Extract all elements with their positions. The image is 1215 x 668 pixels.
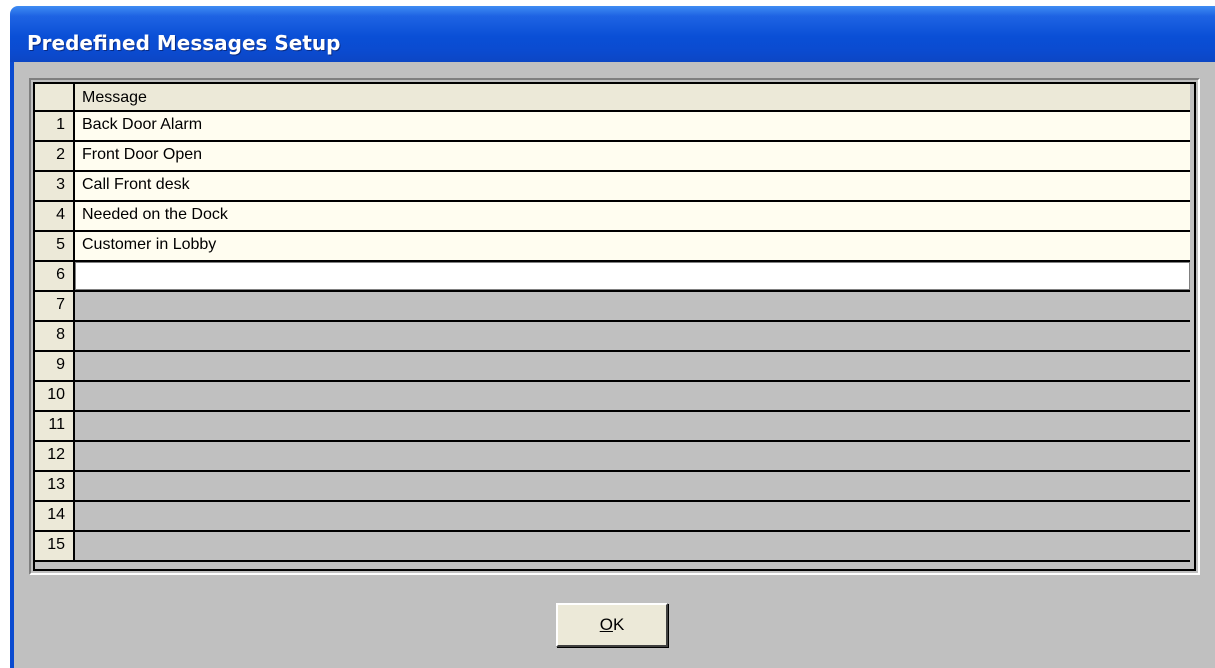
row-number-cell[interactable]: 12 bbox=[35, 442, 75, 470]
message-cell[interactable] bbox=[75, 442, 1190, 470]
ok-mnemonic: O bbox=[599, 615, 613, 634]
message-cell[interactable] bbox=[75, 502, 1190, 530]
window-title: Predefined Messages Setup bbox=[27, 31, 341, 55]
message-cell[interactable] bbox=[75, 382, 1190, 410]
new-message-input[interactable] bbox=[75, 262, 1190, 290]
row-number-cell[interactable]: 1 bbox=[35, 112, 75, 140]
table-row[interactable]: 8 bbox=[35, 322, 1190, 352]
row-number-cell[interactable]: 2 bbox=[35, 142, 75, 170]
table-row[interactable]: 5 Customer in Lobby bbox=[35, 232, 1190, 262]
messages-grid-body: Message 1 Back Door Alarm 2 Front Door O… bbox=[33, 82, 1196, 571]
table-row[interactable]: 9 bbox=[35, 352, 1190, 382]
row-number-cell[interactable]: 4 bbox=[35, 202, 75, 230]
table-row[interactable]: 2 Front Door Open bbox=[35, 142, 1190, 172]
table-row[interactable]: 10 bbox=[35, 382, 1190, 412]
message-cell[interactable] bbox=[75, 532, 1190, 560]
row-number-cell[interactable]: 6 bbox=[35, 262, 75, 290]
row-number-cell[interactable]: 9 bbox=[35, 352, 75, 380]
row-number-cell[interactable]: 3 bbox=[35, 172, 75, 200]
message-cell[interactable]: Front Door Open bbox=[75, 142, 1190, 170]
row-number-cell[interactable]: 11 bbox=[35, 412, 75, 440]
messages-grid: Message 1 Back Door Alarm 2 Front Door O… bbox=[29, 78, 1200, 575]
message-cell[interactable] bbox=[75, 292, 1190, 320]
dialog-window: Predefined Messages Setup Message 1 Back… bbox=[0, 0, 1215, 668]
column-header-message[interactable]: Message bbox=[75, 84, 1190, 110]
ok-button[interactable]: OK bbox=[556, 603, 668, 647]
row-number-cell[interactable]: 13 bbox=[35, 472, 75, 500]
table-row[interactable]: 1 Back Door Alarm bbox=[35, 112, 1190, 142]
grid-corner-cell[interactable] bbox=[35, 84, 75, 110]
message-cell[interactable] bbox=[75, 412, 1190, 440]
table-row[interactable]: 11 bbox=[35, 412, 1190, 442]
row-number-cell[interactable]: 8 bbox=[35, 322, 75, 350]
table-row[interactable]: 4 Needed on the Dock bbox=[35, 202, 1190, 232]
table-row[interactable]: 15 bbox=[35, 532, 1190, 562]
column-header-label: Message bbox=[82, 89, 147, 106]
message-cell[interactable]: Customer in Lobby bbox=[75, 232, 1190, 260]
grid-header-row: Message bbox=[35, 84, 1190, 112]
row-number-cell[interactable]: 7 bbox=[35, 292, 75, 320]
table-row[interactable]: 12 bbox=[35, 442, 1190, 472]
table-row[interactable]: 14 bbox=[35, 502, 1190, 532]
table-row[interactable]: 13 bbox=[35, 472, 1190, 502]
ok-button-label: OK bbox=[558, 615, 666, 635]
message-cell[interactable]: Back Door Alarm bbox=[75, 112, 1190, 140]
table-row[interactable]: 7 bbox=[35, 292, 1190, 322]
message-cell[interactable] bbox=[75, 322, 1190, 350]
message-cell[interactable] bbox=[75, 472, 1190, 500]
table-row[interactable]: 3 Call Front desk bbox=[35, 172, 1190, 202]
row-number-cell[interactable]: 5 bbox=[35, 232, 75, 260]
title-bar[interactable]: Predefined Messages Setup bbox=[10, 6, 1215, 62]
message-cell[interactable]: Needed on the Dock bbox=[75, 202, 1190, 230]
row-number-cell[interactable]: 14 bbox=[35, 502, 75, 530]
table-row-new[interactable]: 6 bbox=[35, 262, 1190, 292]
message-cell[interactable]: Call Front desk bbox=[75, 172, 1190, 200]
row-number-cell[interactable]: 15 bbox=[35, 532, 75, 560]
ok-label-rest: K bbox=[612, 615, 625, 634]
row-number-cell[interactable]: 10 bbox=[35, 382, 75, 410]
message-cell[interactable] bbox=[75, 352, 1190, 380]
